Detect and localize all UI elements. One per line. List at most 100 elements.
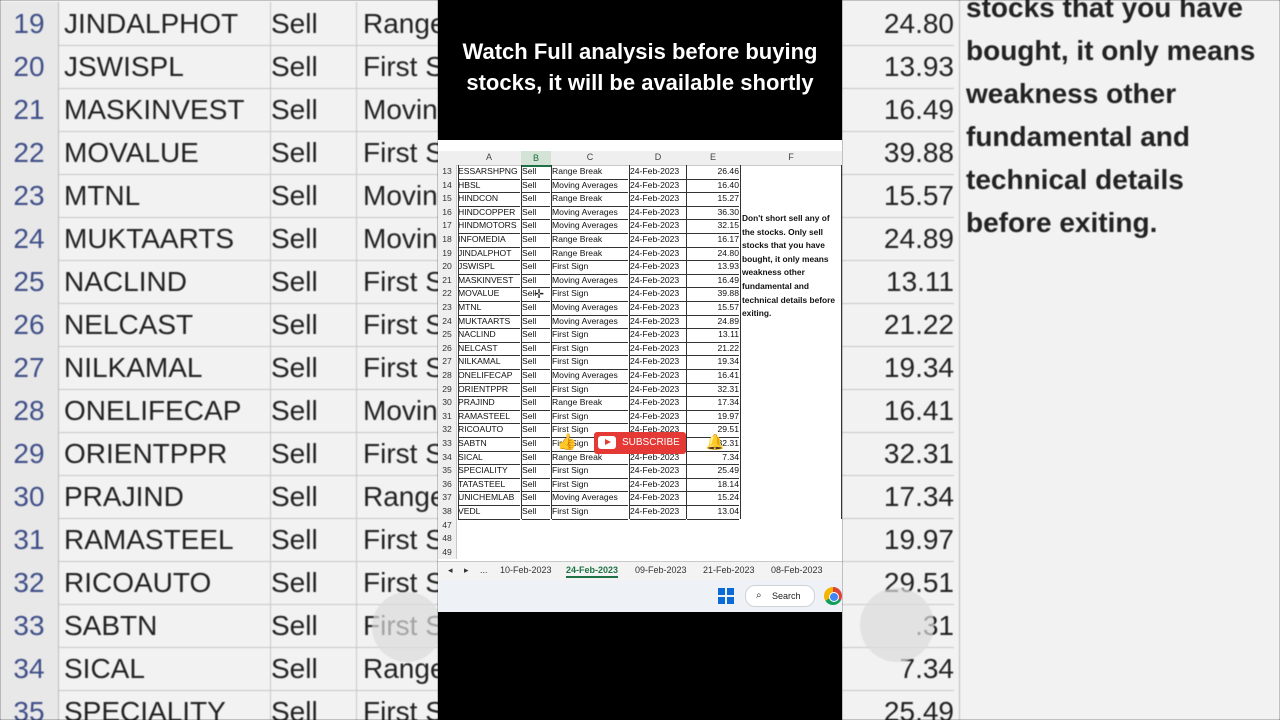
- bell-icon[interactable]: 🔔: [704, 432, 726, 454]
- row-number[interactable]: 28: [438, 369, 457, 383]
- cell-side[interactable]: Sell: [522, 260, 550, 275]
- cell-strategy[interactable]: Moving Averages: [552, 219, 628, 234]
- row-number[interactable]: 19: [438, 246, 457, 261]
- cell-symbol[interactable]: MUKTAARTS: [458, 315, 520, 330]
- cell-price[interactable]: 15.24: [687, 491, 739, 506]
- cell-strategy[interactable]: Moving Averages: [552, 369, 628, 384]
- row-number[interactable]: 31: [438, 409, 457, 424]
- cell-strategy[interactable]: Moving Averages: [552, 301, 628, 316]
- cell-symbol[interactable]: SABTN: [458, 437, 520, 452]
- cell-date[interactable]: 24-Feb-2023: [630, 478, 686, 493]
- row-number[interactable]: 18: [438, 233, 457, 247]
- cell-price[interactable]: 16.41: [687, 369, 739, 384]
- cell-side[interactable]: Sell: [522, 233, 550, 248]
- row-number[interactable]: 23: [438, 301, 457, 315]
- cell-date[interactable]: 24-Feb-2023: [630, 342, 686, 357]
- row-number[interactable]: 22: [438, 287, 457, 301]
- cell-side[interactable]: Sell: [522, 437, 550, 452]
- row-number[interactable]: 32: [438, 423, 457, 437]
- row-number[interactable]: 33: [438, 437, 457, 451]
- row-number[interactable]: 25: [438, 328, 457, 342]
- cell-price[interactable]: 16.17: [687, 233, 739, 248]
- row-number[interactable]: 20: [438, 260, 457, 274]
- cell-side[interactable]: Sell: [522, 328, 550, 343]
- row-number[interactable]: 13: [438, 165, 457, 179]
- windows-start-icon[interactable]: [718, 588, 734, 604]
- cell-strategy[interactable]: Moving Averages: [552, 274, 628, 289]
- cell-symbol[interactable]: NILKAMAL: [458, 355, 520, 370]
- row-number[interactable]: 30: [438, 396, 457, 410]
- cell-price[interactable]: 24.80: [687, 247, 739, 262]
- cell-date[interactable]: 24-Feb-2023: [630, 247, 686, 262]
- cell-date[interactable]: 24-Feb-2023: [630, 491, 686, 506]
- row-number[interactable]: 16: [438, 205, 457, 220]
- cell-symbol[interactable]: VEDL: [458, 505, 520, 520]
- cell-side[interactable]: Sell: [522, 301, 550, 316]
- cell-date[interactable]: 24-Feb-2023: [630, 410, 686, 425]
- cell-symbol[interactable]: RAMASTEEL: [458, 410, 520, 425]
- cell-symbol[interactable]: HINDCON: [458, 192, 520, 207]
- cell-date[interactable]: 24-Feb-2023: [630, 464, 686, 479]
- cell-date[interactable]: 24-Feb-2023: [630, 260, 686, 275]
- cell-date[interactable]: 24-Feb-2023: [630, 383, 686, 398]
- cell-side[interactable]: Sell: [522, 505, 550, 520]
- cell-strategy[interactable]: Range Break: [552, 233, 628, 248]
- cell-symbol[interactable]: PRAJIND: [458, 396, 520, 411]
- cell-date[interactable]: 24-Feb-2023: [630, 315, 686, 330]
- cell-strategy[interactable]: First Sign: [552, 478, 628, 493]
- cell-date[interactable]: 24-Feb-2023: [630, 328, 686, 343]
- cell-side[interactable]: Sell: [522, 478, 550, 493]
- thumbs-up-icon[interactable]: 👍: [556, 432, 578, 454]
- cell-price[interactable]: 13.11: [687, 328, 739, 343]
- cell-price[interactable]: 15.27: [687, 192, 739, 207]
- cell-strategy[interactable]: First Sign: [552, 410, 628, 425]
- tab-09-feb-2023[interactable]: 09-Feb-2023: [635, 565, 687, 575]
- cell-date[interactable]: 24-Feb-2023: [630, 206, 686, 221]
- cell-strategy[interactable]: First Sign: [552, 505, 628, 520]
- row-number[interactable]: 47: [438, 518, 457, 533]
- cell-price[interactable]: 17.34: [687, 396, 739, 411]
- cell-side[interactable]: Sell: [522, 451, 550, 466]
- note-cell[interactable]: Don't short sell any of the stocks. Only…: [742, 212, 840, 321]
- cell-price[interactable]: 24.89: [687, 315, 739, 330]
- tab-21-feb-2023[interactable]: 21-Feb-2023: [703, 565, 755, 575]
- cell-date[interactable]: 24-Feb-2023: [630, 179, 686, 194]
- cell-side[interactable]: Sell: [522, 423, 550, 438]
- column-header-f[interactable]: F: [742, 152, 840, 162]
- cell-symbol[interactable]: ORIENTPPR: [458, 383, 520, 398]
- cell-symbol[interactable]: JSWISPL: [458, 260, 520, 275]
- cell-strategy[interactable]: Range Break: [552, 165, 628, 180]
- cell-side[interactable]: Sell: [522, 355, 550, 370]
- tab-08-feb-2023[interactable]: 08-Feb-2023: [771, 565, 823, 575]
- cell-date[interactable]: 24-Feb-2023: [630, 505, 686, 520]
- cell-strategy[interactable]: First Sign: [552, 383, 628, 398]
- cell-strategy[interactable]: Range Break: [552, 247, 628, 262]
- row-number[interactable]: 27: [438, 355, 457, 369]
- cell-price[interactable]: 32.15: [687, 219, 739, 234]
- cell-date[interactable]: 24-Feb-2023: [630, 396, 686, 411]
- tab-scroll-left-icon[interactable]: ◂: [448, 565, 453, 576]
- cell-date[interactable]: 24-Feb-2023: [630, 192, 686, 207]
- cell-strategy[interactable]: First Sign: [552, 342, 628, 357]
- row-number[interactable]: 34: [438, 450, 457, 465]
- cell-symbol[interactable]: MASKINVEST: [458, 274, 520, 289]
- cell-price[interactable]: 16.40: [687, 179, 739, 194]
- cell-side[interactable]: Sell: [522, 315, 550, 330]
- cell-symbol[interactable]: ONELIFECAP: [458, 369, 520, 384]
- cell-strategy[interactable]: Moving Averages: [552, 206, 628, 221]
- cell-side[interactable]: Sell: [522, 369, 550, 384]
- cell-side[interactable]: Sell: [522, 342, 550, 357]
- cell-symbol[interactable]: ESSARSHPNG: [458, 165, 520, 180]
- cell-price[interactable]: 32.31: [687, 383, 739, 398]
- cell-price[interactable]: 19.34: [687, 355, 739, 370]
- row-number[interactable]: 24: [438, 314, 457, 329]
- cell-date[interactable]: 24-Feb-2023: [630, 301, 686, 316]
- cell-symbol[interactable]: HINDCOPPER: [458, 206, 520, 221]
- cell-side[interactable]: Sell: [522, 383, 550, 398]
- cell-date[interactable]: 24-Feb-2023: [630, 165, 686, 180]
- column-header-d[interactable]: D: [630, 152, 686, 162]
- row-number[interactable]: 37: [438, 491, 457, 505]
- cell-date[interactable]: 24-Feb-2023: [630, 219, 686, 234]
- row-number[interactable]: 15: [438, 192, 457, 206]
- row-number[interactable]: 49: [438, 545, 457, 560]
